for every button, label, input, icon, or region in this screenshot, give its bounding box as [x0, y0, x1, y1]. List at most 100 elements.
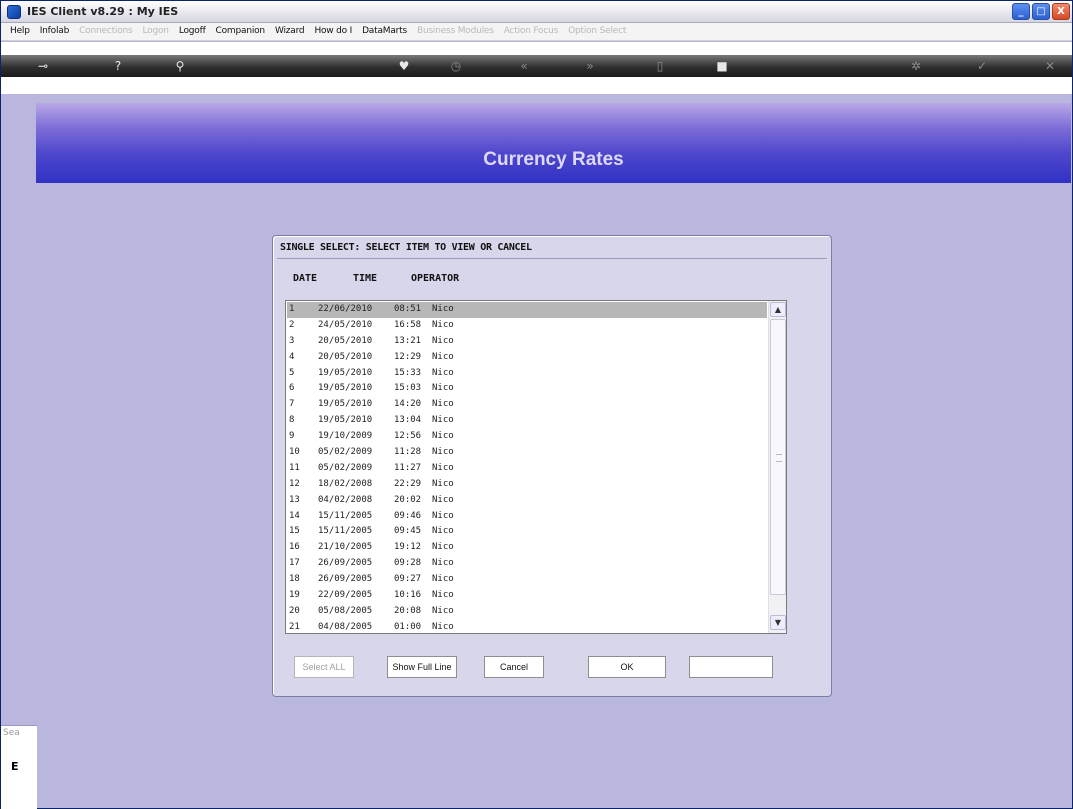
item-list[interactable]: 1 22/06/2010 08:51 Nico 2 24/05/2010 16:58 Nico… — [285, 300, 787, 634]
row-time: 20:08 — [394, 605, 422, 616]
row-time: 09:45 — [394, 526, 422, 537]
row-time: 19:12 — [394, 542, 422, 553]
search-icon[interactable]: ⚲ — [171, 57, 189, 75]
page-title: Currency Rates — [483, 149, 624, 170]
help-icon[interactable]: ? — [109, 57, 127, 75]
list-item[interactable]: 19 22/09/2005 10:16 Nico — [287, 588, 767, 604]
row-number: 6 — [289, 383, 295, 394]
list-item[interactable]: 15 15/11/2005 09:45 Nico — [287, 524, 767, 540]
menu-item-action-focus[interactable]: Action Focus — [499, 23, 563, 36]
scroll-down-button[interactable]: ▼ — [770, 615, 786, 630]
side-panel-label: Sea — [3, 728, 20, 738]
column-header-time: TIME — [353, 273, 378, 284]
row-operator: Nico — [432, 335, 454, 346]
menu-item-wizard[interactable]: Wizard — [270, 23, 310, 36]
list-scrollbar[interactable]: ▲ ▼ — [768, 301, 786, 633]
row-date: 05/02/2009 — [318, 447, 373, 458]
list-item[interactable]: 17 26/09/2005 09:28 Nico — [287, 556, 767, 572]
row-time: 10:16 — [394, 590, 422, 601]
list-item[interactable]: 21 04/08/2005 01:00 Nico — [287, 620, 767, 636]
row-operator: Nico — [432, 383, 454, 394]
list-item[interactable]: 12 18/02/2008 22:29 Nico — [287, 477, 767, 493]
title-bar: IES Client v8.29 : My IES _ □ X — [1, 1, 1072, 23]
row-number: 11 — [289, 462, 300, 473]
close-icon[interactable]: ✕ — [1041, 57, 1059, 75]
show-full-line-button[interactable]: Show Full Line — [387, 656, 457, 678]
row-time: 13:21 — [394, 335, 422, 346]
menu-item-help[interactable]: Help — [5, 23, 35, 36]
menu-item-logoff[interactable]: Logoff — [174, 23, 211, 36]
cancel-button[interactable]: Cancel — [484, 656, 544, 678]
menu-item-companion[interactable]: Companion — [211, 23, 270, 36]
list-item[interactable]: 6 19/05/2010 15:03 Nico — [287, 381, 767, 397]
list-item[interactable]: 13 04/02/2008 20:02 Nico — [287, 493, 767, 509]
row-date: 05/02/2009 — [318, 462, 373, 473]
row-time: 12:56 — [394, 431, 422, 442]
dialog-divider — [277, 258, 827, 259]
row-date: 04/02/2008 — [318, 494, 373, 505]
list-item[interactable]: 8 19/05/2010 13:04 Nico — [287, 413, 767, 429]
row-operator: Nico — [432, 319, 454, 330]
row-date: 21/10/2005 — [318, 542, 373, 553]
row-number: 17 — [289, 558, 300, 569]
ok-button[interactable]: OK — [588, 656, 666, 678]
list-item[interactable]: 20 05/08/2005 20:08 Nico — [287, 604, 767, 620]
menu-item-connections[interactable]: Connections — [74, 23, 137, 36]
row-operator: Nico — [432, 462, 454, 473]
scroll-thumb[interactable] — [770, 319, 786, 595]
list-item[interactable]: 1 22/06/2010 08:51 Nico — [287, 302, 767, 318]
row-date: 26/09/2005 — [318, 574, 373, 585]
previous-icon[interactable]: « — [515, 57, 533, 75]
row-time: 20:02 — [394, 494, 422, 505]
row-operator: Nico — [432, 351, 454, 362]
side-panel-value: E — [11, 760, 19, 773]
list-item[interactable]: 9 19/10/2009 12:56 Nico — [287, 429, 767, 445]
row-time: 22:29 — [394, 478, 422, 489]
list-item[interactable]: 7 19/05/2010 14:20 Nico — [287, 397, 767, 413]
row-number: 10 — [289, 447, 300, 458]
list-item[interactable]: 16 21/10/2005 19:12 Nico — [287, 540, 767, 556]
maximize-button[interactable]: □ — [1032, 3, 1050, 20]
menu-item-logon[interactable]: Logon — [138, 23, 174, 36]
key-icon[interactable]: ⊸ — [29, 57, 57, 75]
main-area: Currency Rates Sea E SINGLE SELECT: SELE… — [1, 95, 1072, 809]
list-item[interactable]: 3 20/05/2010 13:21 Nico — [287, 334, 767, 350]
menu-item-how-do-i[interactable]: How do I — [309, 23, 357, 36]
menu-item-option-select[interactable]: Option Select — [563, 23, 631, 36]
minimize-button[interactable]: _ — [1012, 3, 1030, 20]
list-item[interactable]: 4 20/05/2010 12:29 Nico — [287, 350, 767, 366]
row-number: 5 — [289, 367, 295, 378]
row-date: 18/02/2008 — [318, 478, 373, 489]
scroll-up-button[interactable]: ▲ — [770, 302, 786, 317]
close-button[interactable]: X — [1052, 3, 1070, 20]
settings-icon[interactable]: ✲ — [907, 57, 925, 75]
page-banner: Currency Rates — [36, 103, 1071, 183]
clock-icon[interactable]: ◷ — [447, 57, 465, 75]
list-item[interactable]: 5 19/05/2010 15:33 Nico — [287, 366, 767, 382]
menu-item-infolab[interactable]: Infolab — [35, 23, 74, 36]
copy-icon[interactable]: ▯ — [651, 57, 669, 75]
row-time: 09:27 — [394, 574, 422, 585]
column-header-date: DATE — [293, 273, 318, 284]
search-input[interactable] — [689, 656, 773, 678]
scroll-grip-icon — [776, 454, 782, 462]
row-number: 16 — [289, 542, 300, 553]
list-item[interactable]: 14 15/11/2005 09:46 Nico — [287, 509, 767, 525]
next-icon[interactable]: » — [581, 57, 599, 75]
stop-icon[interactable]: ■ — [713, 57, 731, 75]
list-item[interactable]: 18 26/09/2005 09:27 Nico — [287, 572, 767, 588]
list-item[interactable]: 2 24/05/2010 16:58 Nico — [287, 318, 767, 334]
app-icon — [7, 5, 21, 19]
list-item[interactable]: 11 05/02/2009 11:27 Nico — [287, 461, 767, 477]
menu-item-business-modules[interactable]: Business Modules — [412, 23, 499, 36]
row-number: 20 — [289, 605, 300, 616]
list-item[interactable]: 10 05/02/2009 11:28 Nico — [287, 445, 767, 461]
row-operator: Nico — [432, 494, 454, 505]
ok-icon[interactable]: ✓ — [973, 57, 991, 75]
row-date: 15/11/2005 — [318, 510, 373, 521]
select-all-button[interactable]: Select ALL — [294, 656, 354, 678]
menu-item-datamarts[interactable]: DataMarts — [357, 23, 412, 36]
heart-icon[interactable]: ♥ — [395, 57, 413, 75]
row-operator: Nico — [432, 542, 454, 553]
column-header-operator: OPERATOR — [411, 273, 460, 284]
